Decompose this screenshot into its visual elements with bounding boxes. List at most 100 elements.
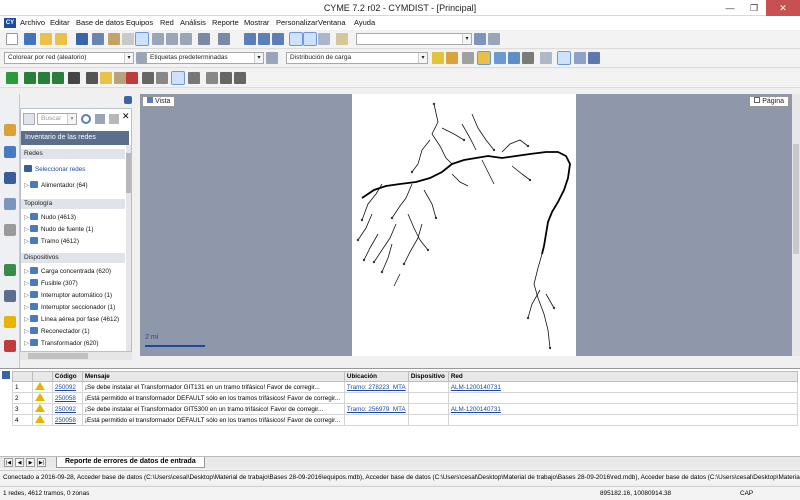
select-mode-icon[interactable]: [171, 71, 185, 85]
tools-icon[interactable]: [4, 224, 16, 236]
chevron-down-icon[interactable]: ▾: [254, 53, 263, 63]
sun-icon[interactable]: [446, 52, 458, 64]
tree-item-tramo[interactable]: ▷ Tramo (4612): [24, 237, 79, 247]
warning-filter-icon[interactable]: [477, 51, 491, 65]
menu-archivo[interactable]: Archivo: [20, 18, 45, 27]
col-header-mensaje[interactable]: Mensaje: [81, 371, 345, 382]
menu-icon[interactable]: [23, 113, 35, 125]
menu-red[interactable]: Red: [160, 18, 174, 27]
tree-item-reconectador[interactable]: ▷ Reconectador (1): [24, 327, 90, 337]
network-diagram[interactable]: [352, 94, 576, 356]
col-header-type[interactable]: [31, 371, 53, 382]
grid-icon[interactable]: [574, 52, 586, 64]
section-redes[interactable]: Redes: [21, 149, 125, 159]
maximize-button[interactable]: ❐: [742, 0, 766, 16]
zoom-area-icon[interactable]: [206, 72, 218, 84]
tree-item-alimentador[interactable]: ▷ Alimentador (64): [24, 181, 88, 191]
view-page-icon[interactable]: [318, 33, 330, 45]
tree-item-transformador[interactable]: ▷ Transformador (620): [24, 339, 99, 349]
map-scrollbar[interactable]: [792, 94, 800, 356]
color-by-combo[interactable]: Colorear por red (aleatorio) ▾: [4, 52, 134, 64]
menu-reporte[interactable]: Reporte: [212, 18, 239, 27]
view-single-icon[interactable]: [289, 32, 303, 46]
redo-icon[interactable]: [218, 33, 230, 45]
table-row[interactable]: 2 250058 ¡Está permitido el transformado…: [12, 392, 799, 404]
network-icon[interactable]: [4, 146, 16, 158]
col-header-ubicacion[interactable]: Ubicación: [343, 371, 409, 382]
bulb-icon[interactable]: [432, 52, 444, 64]
menu-personalizar[interactable]: Personalizar: [276, 18, 318, 27]
tree-item-fusible[interactable]: ▷ Fusible (307): [24, 279, 78, 289]
save-icon[interactable]: [76, 33, 88, 45]
chevron-down-icon[interactable]: ▾: [124, 53, 133, 63]
paste-icon[interactable]: [114, 72, 126, 84]
menu-analisis[interactable]: Análisis: [180, 18, 206, 27]
chevron-down-icon[interactable]: ▾: [462, 34, 471, 44]
list-icon[interactable]: [588, 52, 600, 64]
layers-icon[interactable]: [540, 52, 552, 64]
menu-base-de-datos[interactable]: Base de datos: [76, 18, 124, 27]
inventory-scrollbar[interactable]: [126, 145, 131, 351]
col-header-dispositivo[interactable]: Dispositivo: [407, 371, 449, 382]
add-feeder-icon[interactable]: [52, 72, 64, 84]
undo-icon[interactable]: [198, 33, 210, 45]
add-device-icon[interactable]: [68, 72, 80, 84]
report-icon[interactable]: [508, 52, 520, 64]
tab-error-report[interactable]: Reporte de errores de datos de entrada: [56, 457, 205, 468]
open-study-icon[interactable]: [55, 33, 67, 45]
save-all-icon[interactable]: [92, 33, 104, 45]
menu-mostrar[interactable]: Mostrar: [244, 18, 269, 27]
last-tab-button[interactable]: ▶|: [37, 458, 46, 467]
scrollbar-thumb[interactable]: [793, 144, 799, 254]
open-folder-icon[interactable]: [40, 33, 52, 45]
add-section-icon[interactable]: [24, 72, 36, 84]
cut-icon[interactable]: [86, 72, 98, 84]
filter-icon[interactable]: [95, 114, 105, 124]
pin-icon[interactable]: [124, 96, 132, 104]
scrollbar-thumb[interactable]: [28, 353, 88, 359]
tree-item-linea-aerea[interactable]: ▷ Línea aérea por fase (4612): [24, 315, 119, 325]
back-icon[interactable]: [152, 33, 164, 45]
search-icon[interactable]: [4, 198, 16, 210]
search-options-icon[interactable]: [488, 33, 500, 45]
search-icon[interactable]: [81, 114, 91, 124]
folder-icon[interactable]: [4, 124, 16, 136]
fault-icon[interactable]: [462, 52, 474, 64]
globe-icon[interactable]: [4, 264, 16, 276]
chart-icon[interactable]: [4, 340, 16, 352]
table-row[interactable]: 1 250092 ¡Se debe instalar el Transforma…: [12, 381, 799, 393]
table-row[interactable]: 3 250092 ¡Se debe instalar el Transforma…: [12, 403, 799, 415]
labels-combo[interactable]: Etiquetas predeterminadas ▾: [146, 52, 264, 64]
chevron-down-icon[interactable]: ▾: [418, 53, 427, 63]
search-icon[interactable]: [474, 33, 486, 45]
col-header-red[interactable]: Red: [447, 371, 799, 382]
inventory-hscrollbar[interactable]: [20, 352, 132, 360]
select-icon[interactable]: [135, 32, 149, 46]
pan-icon[interactable]: [234, 72, 246, 84]
tree-item-carga-concentrada[interactable]: ▷ Carga concentrada (620): [24, 267, 111, 277]
map-view[interactable]: Vista Página 2 mi: [140, 94, 795, 356]
pin-icon[interactable]: [2, 371, 10, 379]
grid-icon[interactable]: [4, 172, 16, 184]
app-icon[interactable]: CY: [4, 18, 16, 28]
zoom-in-icon[interactable]: [244, 33, 256, 45]
distribution-combo[interactable]: Distribución de carga ▾: [286, 52, 428, 64]
tree-item-nudo[interactable]: ▷ Nudo (4613): [24, 213, 76, 223]
view-split-icon[interactable]: [303, 32, 317, 46]
next-tab-button[interactable]: ▶: [26, 458, 35, 467]
col-header-codigo[interactable]: Código: [51, 371, 83, 382]
tab-pagina[interactable]: Página: [749, 96, 789, 107]
first-tab-button[interactable]: |◀: [4, 458, 13, 467]
print-icon[interactable]: [108, 33, 120, 45]
tab-vista[interactable]: Vista: [142, 96, 176, 107]
scrollbar-thumb[interactable]: [126, 153, 131, 193]
align-icon[interactable]: [156, 72, 168, 84]
locate-icon[interactable]: [180, 33, 192, 45]
close-panel-icon[interactable]: ✕: [122, 111, 130, 122]
minimize-button[interactable]: —: [718, 0, 742, 16]
label-settings-icon[interactable]: [266, 52, 278, 64]
warning-icon[interactable]: [4, 316, 16, 328]
add-branch-icon[interactable]: [38, 72, 50, 84]
forward-icon[interactable]: [166, 33, 178, 45]
search-combo[interactable]: ▾: [356, 33, 472, 45]
